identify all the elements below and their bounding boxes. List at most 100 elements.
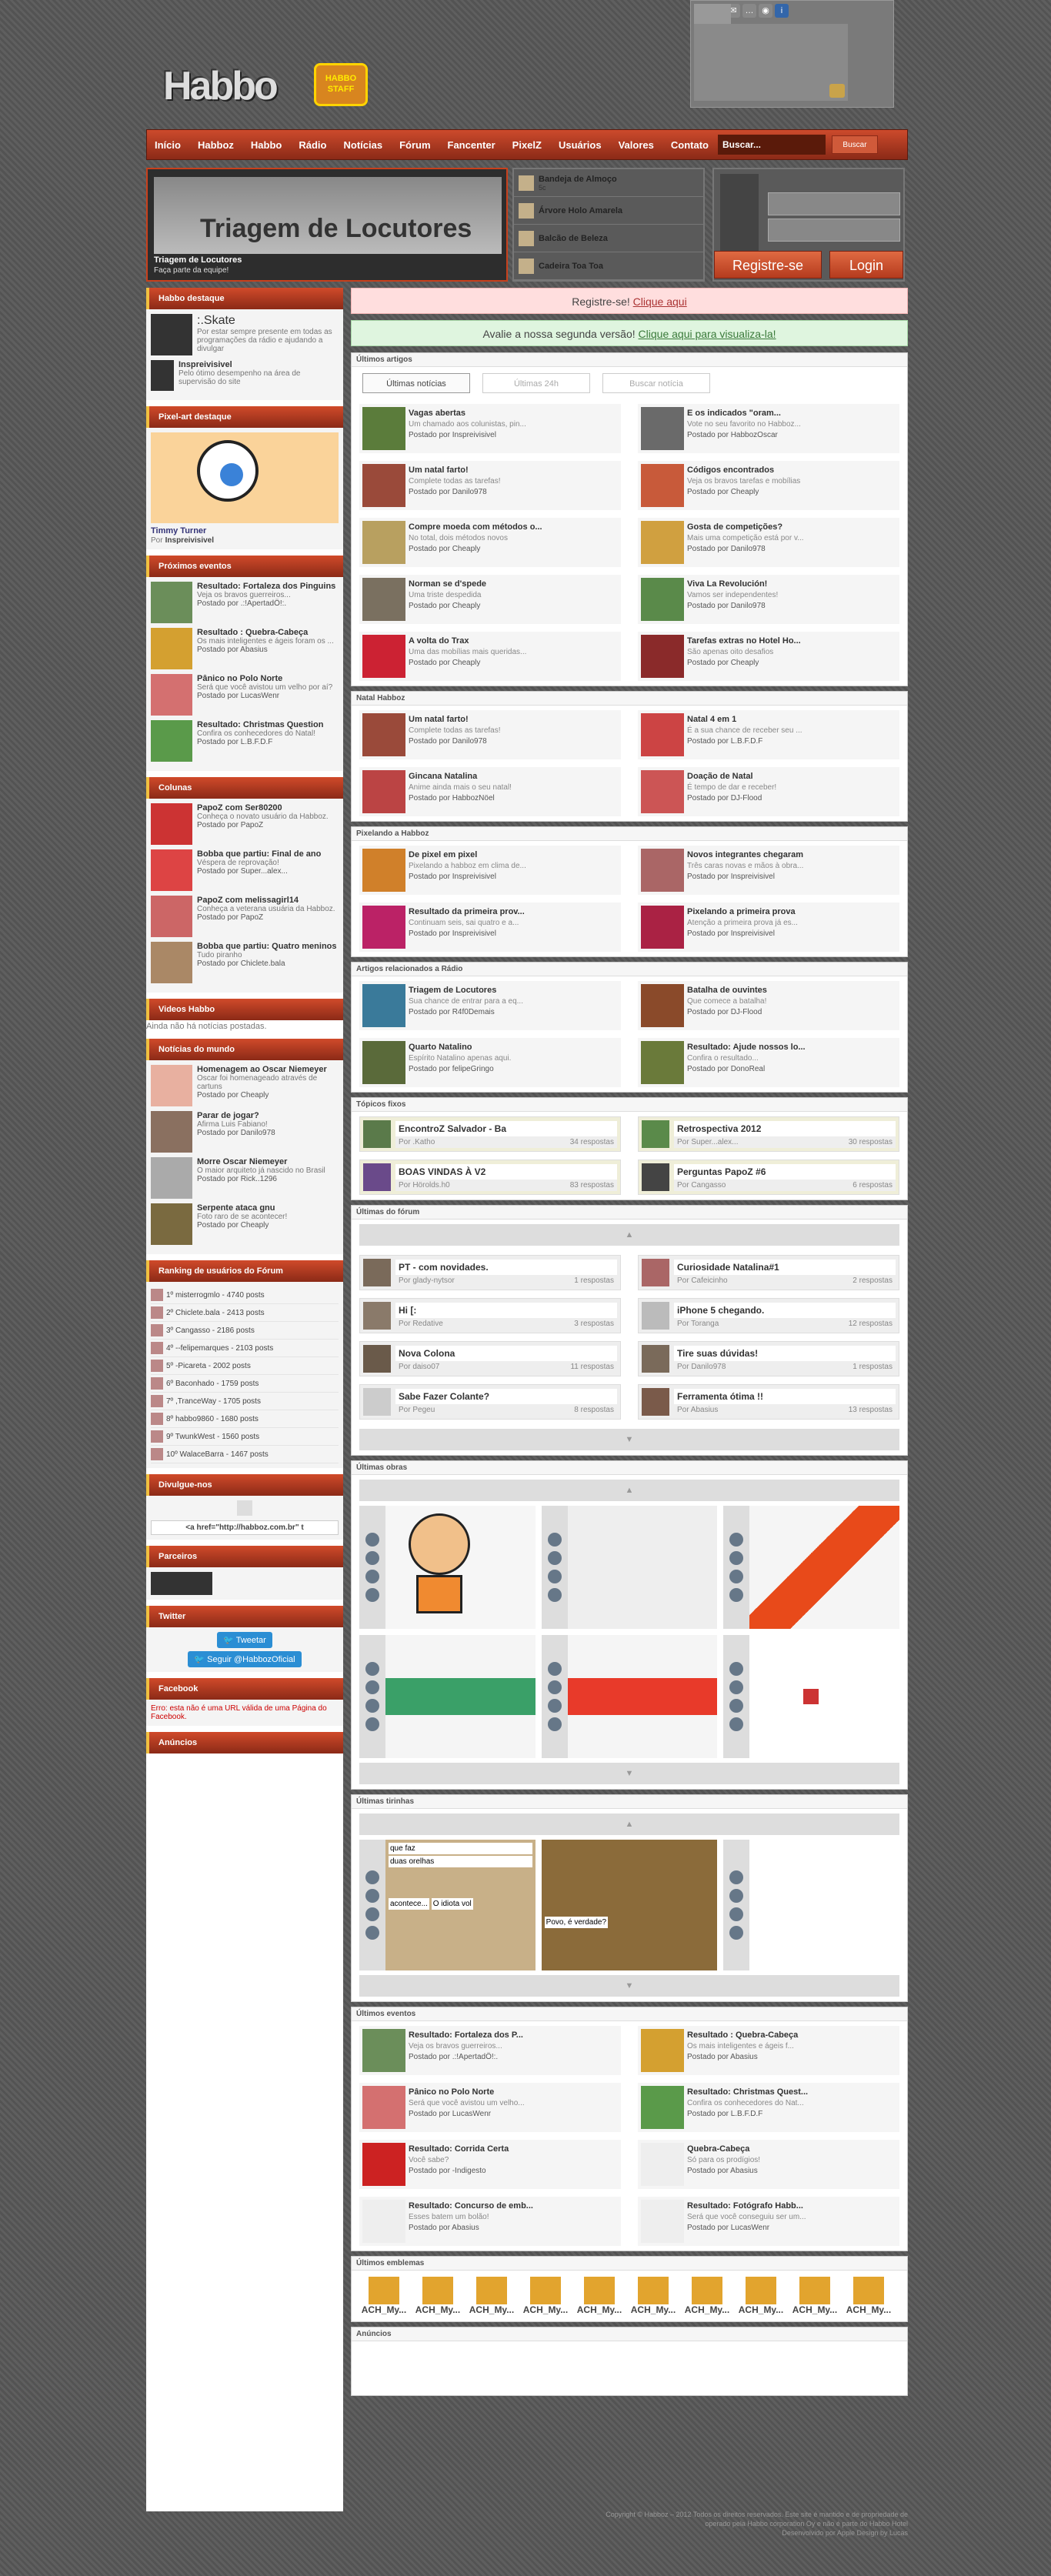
footer-credit[interactable]: Desenvolvido por Apple Design by Lucas [605,2528,908,2538]
article-item[interactable]: Batalha de ouvintes Que comece a batalha!… [638,981,899,1030]
event-item[interactable]: Resultado: Fortaleza dos P... Veja os bra… [359,2026,621,2075]
pixel-name[interactable]: Timmy Turner [151,526,339,536]
list-item[interactable]: Cadeira Toa Toa [514,252,703,280]
badge-item[interactable]: ACH_My... [738,2277,784,2315]
work-item[interactable] [359,1635,536,1758]
ranking-row[interactable]: 1º misterrogmlo - 4740 posts [151,1286,339,1304]
article-item[interactable]: Resultado da primeira prov... Continuam s… [359,903,621,952]
event-item[interactable]: Quebra-Cabeça Só para os prodígios! Postad… [638,2140,899,2189]
nav-item-habbo[interactable]: Habbo [251,139,282,151]
scroll-up-button[interactable]: ▲ [359,1224,899,1246]
comment-icon[interactable] [365,1699,379,1713]
nav-item-usuarios[interactable]: Usuários [559,139,602,151]
list-item[interactable]: Bobba que partiu: Quatro meninos Tudo pir… [151,942,339,983]
ranking-row[interactable]: 2º Chiclete.bala - 2413 posts [151,1304,339,1322]
username-field[interactable] [768,192,900,215]
list-item[interactable]: Bobba que partiu: Final de ano Véspera de… [151,849,339,891]
register-alert-link[interactable]: Clique aqui [633,295,687,308]
pixel-art-image[interactable] [151,432,339,523]
list-item[interactable]: Serpente ataca gnu Foto raro de se aconte… [151,1203,339,1245]
comment-icon[interactable] [729,1699,744,1713]
article-item[interactable]: Gincana Natalina Anime ainda mais o seu n… [359,767,621,816]
comic-item[interactable] [723,1840,899,1970]
topic-item[interactable]: Curiosidade Natalina#1 Por Cafeicinho 2 re… [638,1255,899,1290]
nav-item-forum[interactable]: Fórum [399,139,430,151]
list-item[interactable]: Balcão de Beleza [514,225,703,252]
embed-code-field[interactable]: <a href="http://habboz.com.br" t [151,1520,339,1535]
ranking-row[interactable]: 10º WalaceBarra - 1467 posts [151,1446,339,1463]
article-item[interactable]: Resultado: Ajude nossos lo... Confira o r… [638,1038,899,1087]
version-alert-link[interactable]: Clique aqui para visualiza-la! [639,328,776,340]
list-item[interactable]: PapoZ com melissagirl14 Conheça a veteran… [151,896,339,937]
article-item[interactable]: Novos integrantes chegaram Três caras nov… [638,846,899,895]
article-item[interactable]: A volta do Trax Uma das mobílias mais que… [359,632,621,681]
work-item[interactable] [723,1506,899,1629]
tab-search-news[interactable]: Buscar notícia [602,373,710,393]
ranking-row[interactable]: 3º Cangasso - 2186 posts [151,1322,339,1340]
article-item[interactable]: De pixel em pixel Pixelando a habboz em c… [359,846,621,895]
badge-item[interactable]: ACH_My... [630,2277,676,2315]
info-icon[interactable] [365,1889,379,1903]
zoom-in-icon[interactable] [365,1662,379,1676]
list-item[interactable]: Resultado: Christmas Question Confira os … [151,720,339,762]
list-item[interactable]: Resultado: Fortaleza dos Pinguins Veja os… [151,582,339,623]
badge-item[interactable]: ACH_My... [792,2277,838,2315]
badge-item[interactable]: ACH_My... [415,2277,461,2315]
zoom-in-icon[interactable] [729,1533,744,1547]
highlight-name[interactable]: :.Skate [197,314,339,328]
article-item[interactable]: Um natal farto! Complete todas as tarefas… [359,710,621,759]
work-item[interactable] [359,1506,536,1629]
list-item[interactable]: Parar de jogar? Afirma Luis Fabiano! Posta… [151,1111,339,1153]
article-item[interactable]: Quarto Natalino Espírito Natalino apenas … [359,1038,621,1087]
tab-latest-news[interactable]: Últimas notícias [362,373,470,393]
info-icon[interactable] [365,1551,379,1565]
scroll-down-button[interactable]: ▼ [359,1429,899,1450]
pixel-author[interactable]: Inspreivisivel [165,536,214,545]
info-icon[interactable] [547,1551,562,1565]
event-item[interactable]: Resultado: Corrida Certa Você sabe? Postad… [359,2140,621,2189]
zoom-in-icon[interactable] [729,1662,744,1676]
topic-item[interactable]: Ferramenta ótima !! Por Abasius 13 respost… [638,1384,899,1420]
nav-item-fancenter[interactable]: Fancenter [448,139,495,151]
work-item[interactable] [723,1635,899,1758]
password-field[interactable] [768,219,900,242]
vote-icon[interactable] [365,1717,379,1731]
vote-icon[interactable] [729,1717,744,1731]
comment-icon[interactable] [365,1907,379,1921]
partner-logo[interactable] [151,1572,212,1595]
badge-item[interactable]: ACH_My... [576,2277,622,2315]
topic-item[interactable]: Sabe Fazer Colante? Por Pegeu 8 respostas [359,1384,621,1420]
badge-item[interactable]: ACH_My... [846,2277,892,2315]
article-item[interactable]: Compre moeda com métodos o... No total, d… [359,518,621,567]
nav-item-contato[interactable]: Contato [671,139,709,151]
featured-banner[interactable]: Triagem de Locutores Triagem de Locutore… [146,168,508,282]
follow-button[interactable]: 🐦 Seguir @HabbozOficial [188,1651,302,1667]
badge-item[interactable]: ACH_My... [469,2277,515,2315]
highlight-user2[interactable]: Inspreivisivel [179,360,339,369]
vote-icon[interactable] [365,1588,379,1602]
article-item[interactable]: Um natal farto! Complete todas as tarefas… [359,461,621,510]
chat-icon[interactable]: … [742,4,756,18]
tab-latest-24h[interactable]: Últimas 24h [482,373,590,393]
ranking-row[interactable]: 6º Baconhado - 1759 posts [151,1375,339,1393]
info-icon[interactable] [547,1680,562,1694]
info-icon[interactable]: i [775,4,789,18]
radio-extra-icon[interactable] [829,84,845,98]
article-item[interactable]: Viva La Revolución! Vamos ser independent… [638,575,899,624]
list-item[interactable]: Resultado : Quebra-Cabeça Os mais intelig… [151,628,339,669]
scroll-down-button[interactable]: ▼ [359,1763,899,1784]
nav-item-valores[interactable]: Valores [619,139,654,151]
topic-item[interactable]: PT - com novidades. Por glady-nytsor 1 res… [359,1255,621,1290]
vote-icon[interactable] [729,1926,744,1940]
vote-icon[interactable] [729,1588,744,1602]
article-item[interactable]: Natal 4 em 1 É a sua chance de receber se… [638,710,899,759]
search-button[interactable]: Buscar [831,135,878,154]
article-item[interactable]: Doação de Natal É tempo de dar e receber!… [638,767,899,816]
article-item[interactable]: Vagas abertas Um chamado aos colunistas, … [359,404,621,453]
topic-item[interactable]: Hi [: Por Redative 3 respostas [359,1298,621,1333]
tweet-button[interactable]: 🐦 Tweetar [217,1632,272,1648]
info-icon[interactable] [729,1889,744,1903]
zoom-in-icon[interactable] [365,1533,379,1547]
comic-item[interactable]: Povo, é verdade? [541,1840,718,1970]
nav-item-habboz[interactable]: Habboz [198,139,234,151]
